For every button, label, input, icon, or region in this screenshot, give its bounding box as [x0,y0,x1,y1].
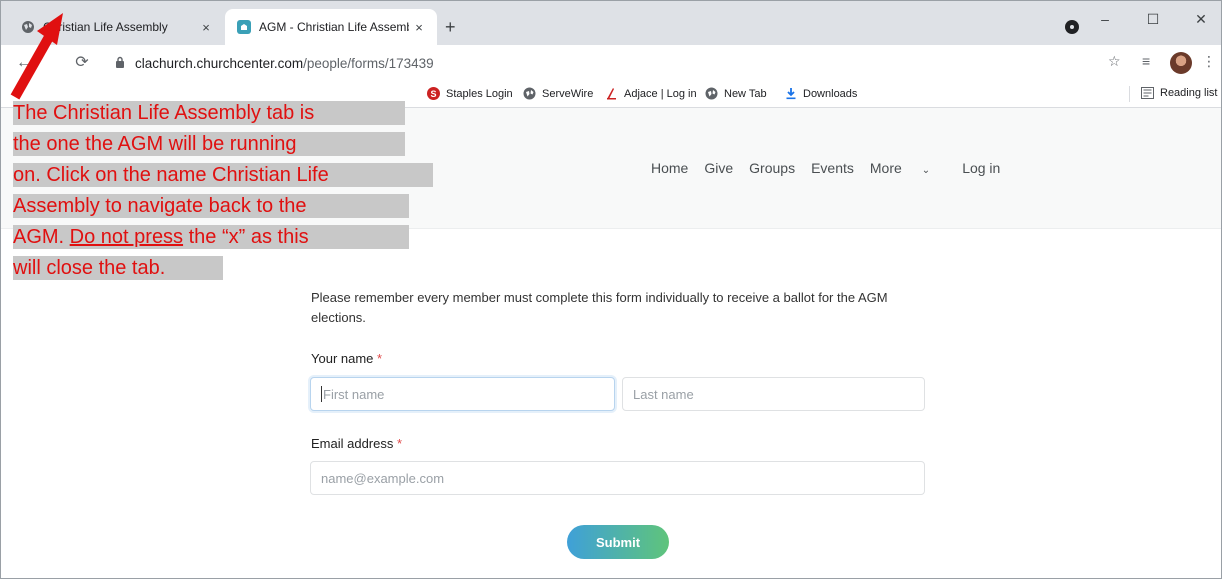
annotation-line: Assembly to navigate back to the [13,194,409,218]
tab-close-icon[interactable]: × [196,20,216,35]
menu-kebab-icon[interactable]: ⋮ [1202,53,1216,70]
reading-list-button[interactable]: Reading list [1141,87,1217,99]
instruction-annotation: The Christian Life Assembly tab is the o… [13,101,433,287]
tab-strip: Christian Life Assembly × AGM - Christia… [1,1,1221,45]
url-path: /people/forms/173439 [303,55,434,71]
chevron-down-icon: ⌄ [921,165,931,176]
bookmarks-separator [1129,86,1130,102]
annotation-arrow-icon [10,13,63,100]
nav-home[interactable]: Home [651,160,688,176]
reading-list-icon [1141,87,1154,99]
first-name-input[interactable]: First name [310,377,615,411]
svg-text:S: S [430,89,436,99]
last-name-input[interactable]: Last name [622,377,925,411]
bookmark-servewire[interactable]: ServeWire [523,87,593,100]
email-input[interactable]: name@example.com [310,461,925,495]
annotation-line: the one the AGM will be running [13,132,405,156]
church-center-icon [237,20,251,34]
new-tab-button[interactable]: + [445,18,456,36]
minimize-button[interactable]: – [1095,11,1115,27]
tab-title: AGM - Christian Life Assembly [259,20,409,34]
form-intro: Please remember every member must comple… [311,290,888,325]
nav-give[interactable]: Give [704,160,733,176]
download-icon [785,87,797,100]
tab-agm-christian-life-assembly[interactable]: AGM - Christian Life Assembly × [225,9,437,45]
url-domain: clachurch.churchcenter.com [135,55,304,71]
lock-icon [115,56,125,71]
address-bar[interactable]: clachurch.churchcenter.com/people/forms/… [101,49,1101,77]
bookmark-star-icon[interactable]: ☆ [1108,53,1121,70]
required-mark: * [397,436,403,451]
required-mark: * [377,351,383,366]
nav-events[interactable]: Events [811,160,854,176]
globe-icon [705,87,718,100]
bookmark-downloads[interactable]: Downloads [785,87,857,100]
site-nav: Home Give Groups Events More ⌄ Log in [651,160,1016,176]
globe-icon [523,87,536,100]
nav-groups[interactable]: Groups [749,160,795,176]
tab-search-icon[interactable] [1065,20,1079,34]
browser-window: Christian Life Assembly × AGM - Christia… [0,0,1222,579]
media-control-icon[interactable]: ≡ [1142,53,1150,69]
annotation-line: will close the tab. [13,256,223,280]
tab-close-icon[interactable]: × [409,20,429,35]
annotation-line: AGM. Do not press the “x” as this [13,225,409,249]
close-window-button[interactable]: ✕ [1191,11,1211,28]
profile-avatar[interactable] [1170,52,1192,74]
bookmark-new-tab[interactable]: New Tab [705,87,767,100]
submit-button[interactable]: Submit [567,525,669,559]
bookmark-adjace[interactable]: Adjace | Log in [605,87,697,100]
adjace-icon [605,87,618,100]
bookmark-staples-login[interactable]: S Staples Login [427,87,513,100]
name-label: Your name * [311,351,383,366]
staples-icon: S [427,87,440,100]
maximize-button[interactable]: ☐ [1143,11,1163,28]
nav-more[interactable]: More ⌄ [870,160,946,176]
annotation-line: on. Click on the name Christian Life [13,163,433,187]
annotation-line: The Christian Life Assembly tab is [13,101,405,125]
email-label: Email address * [311,436,403,451]
nav-log-in[interactable]: Log in [962,160,1000,176]
browser-toolbar: ← ⟳ clachurch.churchcenter.com/people/fo… [1,45,1221,81]
